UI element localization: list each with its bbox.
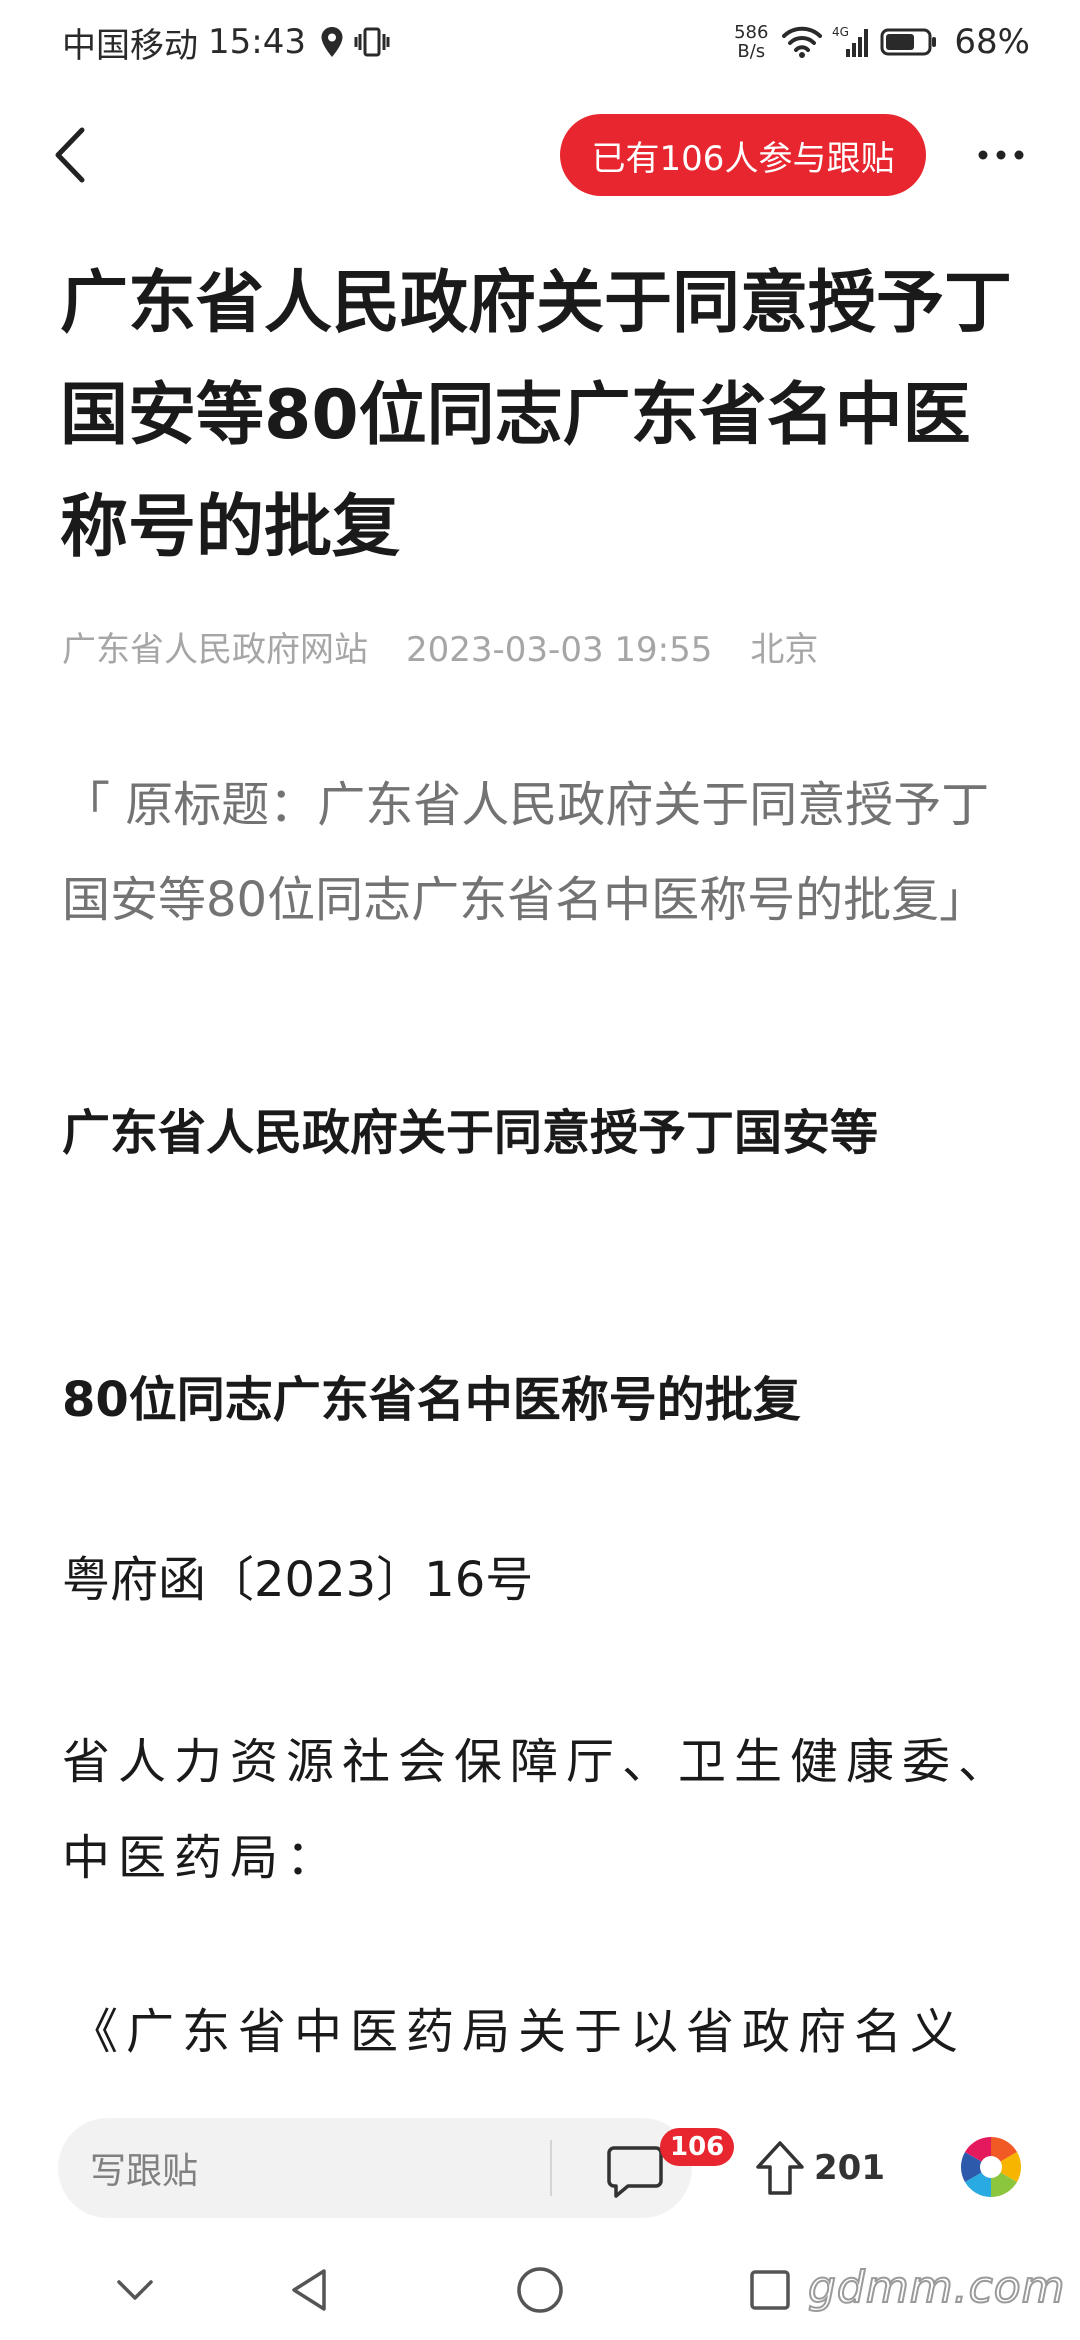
system-back-button[interactable] [274, 2260, 344, 2320]
app-logo-icon[interactable] [958, 2134, 1024, 2200]
clock: 15:43 [208, 22, 306, 62]
comment-bubble-icon [607, 2146, 663, 2198]
vibrate-icon [354, 26, 390, 58]
article-heading-line-2: 80位同志广东省名中医称号的批复 [62, 1372, 801, 1428]
original-title-quote: 「 原标题：广东省人民政府关于同意授予丁国安等80位同志广东省名中医称号的批复」 [62, 777, 990, 928]
document-number: 粤府函〔2023〕16号 [62, 1552, 534, 1608]
carrier-name: 中国移动 [62, 25, 198, 66]
article-source[interactable]: 广东省人民政府网站 [62, 630, 368, 670]
more-button[interactable] [966, 130, 1036, 180]
addressees-paragraph: 省人力资源社会保障厅、卫生健康委、中医药局： [62, 1734, 1015, 1886]
net-speed-value: 586 [734, 22, 769, 43]
back-arrow-icon [55, 127, 85, 183]
back-triangle-icon [292, 2269, 326, 2311]
share-button[interactable]: 201 [752, 2118, 885, 2218]
share-arrow-icon [756, 2141, 804, 2195]
back-button[interactable] [40, 122, 100, 188]
article-heading-line-1: 广东省人民政府关于同意授予丁国安等 [62, 1105, 879, 1161]
divider [550, 2140, 552, 2196]
comment-input-box[interactable]: 写跟贴 106 [58, 2118, 735, 2218]
home-circle-icon [517, 2267, 563, 2313]
system-recents-button[interactable] [735, 2260, 805, 2320]
status-left: 中国移动 15:43 [62, 18, 400, 66]
net-speed-unit: B/s [737, 41, 766, 62]
battery-icon [880, 27, 938, 57]
top-nav: 已有106人参与跟贴 [0, 100, 1080, 210]
system-home-button[interactable] [505, 2260, 575, 2320]
article-location: 北京 [750, 630, 819, 670]
watermark: gdmm.com [807, 2261, 1066, 2314]
location-icon [320, 26, 344, 58]
article-datetime: 2023-03-03 19:55 [406, 630, 713, 670]
comment-count-badge: 106 [660, 2128, 735, 2166]
status-bar: 中国移动 15:43 586 B/s 4G 68% [0, 0, 1080, 84]
network-type-label: 4G [832, 25, 849, 39]
hide-keyboard-icon [117, 2280, 153, 2300]
status-right: 586 B/s 4G 68% [734, 18, 1030, 66]
article-meta: 广东省人民政府网站 2023-03-03 19:55 北京 [62, 622, 856, 671]
share-count: 201 [814, 2148, 885, 2188]
article-title: 广东省人民政府关于同意授予丁国安等80位同志广东省名中医称号的批复 [60, 264, 1013, 567]
body-paragraph: 《广东省中医药局关于以省政府名义 [70, 2004, 967, 2060]
system-navigation-bar: gdmm.com [0, 2240, 1080, 2340]
more-dots-icon [978, 150, 1024, 160]
comment-placeholder[interactable]: 写跟贴 [90, 2118, 198, 2218]
signal-icon: 4G [832, 25, 870, 59]
hide-keyboard-button[interactable] [100, 2260, 170, 2320]
comments-button[interactable]: 106 [568, 2118, 735, 2218]
recents-square-icon [750, 2270, 790, 2310]
battery-percent: 68% [954, 22, 1030, 62]
bottom-action-bar: 写跟贴 106 201 [0, 2094, 1080, 2230]
network-speed: 586 B/s [734, 23, 768, 61]
wifi-icon [782, 25, 823, 59]
follow-post-badge[interactable]: 已有106人参与跟贴 [560, 114, 926, 196]
